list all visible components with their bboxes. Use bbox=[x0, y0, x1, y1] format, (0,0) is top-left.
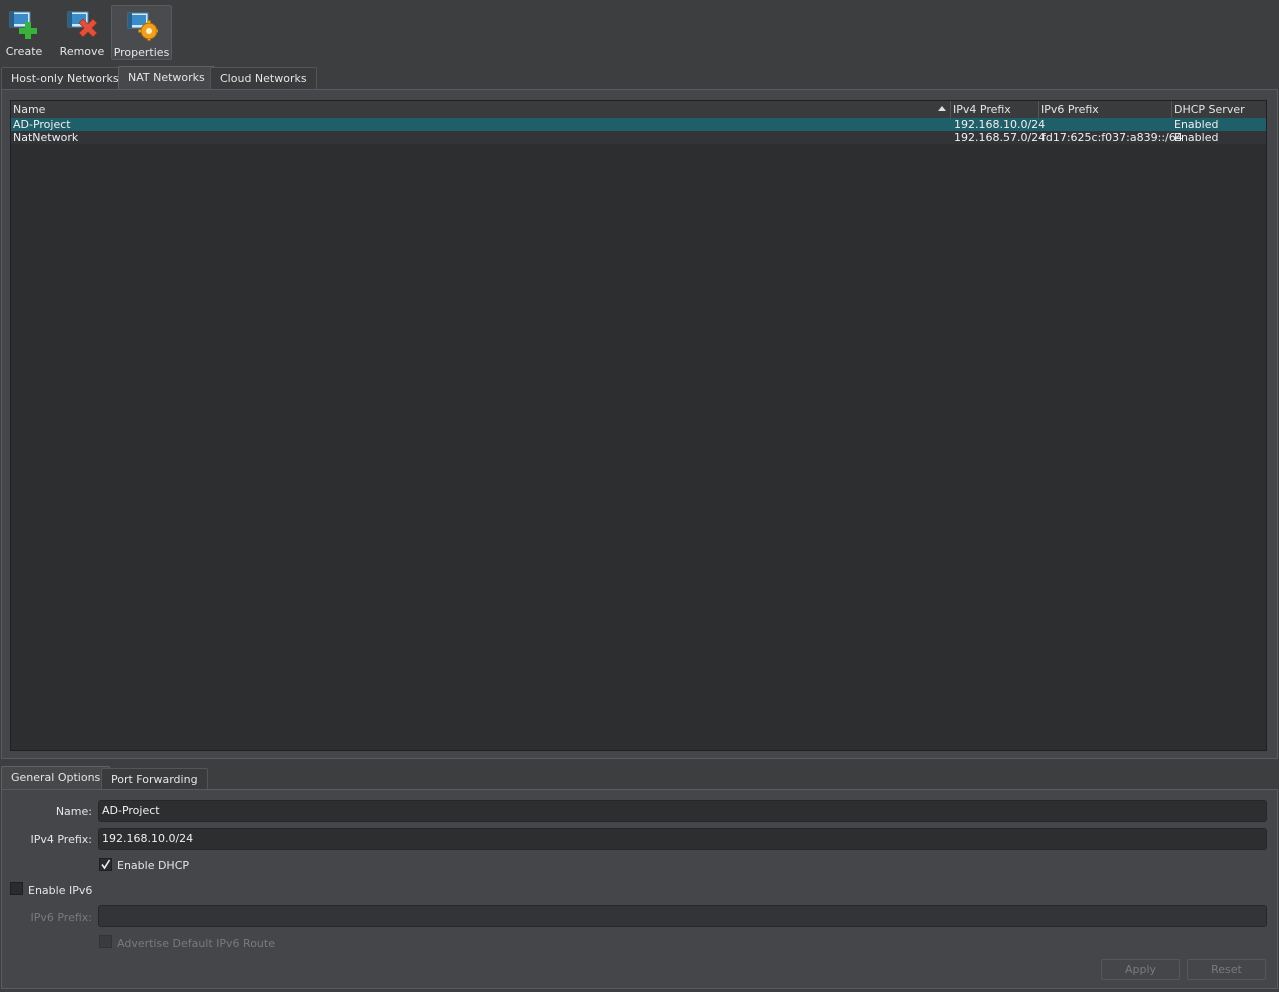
row-dhcp: Enabled bbox=[1174, 118, 1219, 131]
properties-gear-icon bbox=[126, 9, 158, 41]
tab-general-options-label: General Options bbox=[11, 771, 101, 784]
checkmark-icon bbox=[101, 859, 111, 870]
tab-general-options[interactable]: General Options bbox=[1, 766, 111, 790]
advertise-default-route-checkbox[interactable] bbox=[99, 935, 112, 948]
remove-label: Remove bbox=[59, 45, 105, 58]
remove-network-icon bbox=[66, 8, 98, 40]
network-table[interactable]: Name IPv4 Prefix IPv6 Prefix DHCP Server… bbox=[10, 100, 1267, 751]
column-header-ipv4[interactable]: IPv4 Prefix bbox=[951, 101, 1039, 118]
row-ipv4: 192.168.57.0/24 bbox=[954, 131, 1046, 144]
tab-cloud-networks[interactable]: Cloud Networks bbox=[210, 67, 317, 89]
table-row[interactable]: NatNetwork 192.168.57.0/24 fd17:625c:f03… bbox=[11, 131, 1266, 144]
enable-dhcp-label: Enable DHCP bbox=[117, 859, 190, 872]
ipv4-prefix-input[interactable]: 192.168.10.0/24 bbox=[98, 828, 1267, 850]
enable-ipv6-checkbox[interactable] bbox=[10, 882, 23, 895]
name-input[interactable]: AD-Project bbox=[98, 800, 1267, 822]
create-button[interactable]: Create bbox=[2, 5, 46, 60]
row-ipv6: fd17:625c:f037:a839::/64 bbox=[1042, 131, 1183, 144]
sort-ascending-icon bbox=[938, 106, 946, 111]
properties-label: Properties bbox=[113, 46, 170, 59]
ipv4-prefix-label: IPv4 Prefix: bbox=[30, 833, 92, 846]
ipv6-prefix-label: IPv6 Prefix: bbox=[30, 911, 92, 924]
toolbar: Create Remove Properties bbox=[0, 0, 1279, 64]
advertise-default-route-label: Advertise Default IPv6 Route bbox=[117, 937, 275, 950]
tab-port-forwarding-label: Port Forwarding bbox=[111, 773, 198, 786]
ipv6-prefix-input[interactable] bbox=[98, 905, 1267, 927]
name-label: Name: bbox=[55, 805, 92, 818]
tab-port-forwarding[interactable]: Port Forwarding bbox=[101, 768, 208, 790]
row-dhcp: Enabled bbox=[1174, 131, 1219, 144]
table-row[interactable]: AD-Project 192.168.10.0/24 Enabled bbox=[11, 118, 1266, 131]
tab-nat-networks[interactable]: NAT Networks bbox=[118, 66, 215, 90]
apply-button[interactable]: Apply bbox=[1101, 959, 1180, 980]
enable-ipv6-label: Enable IPv6 bbox=[28, 884, 93, 897]
column-header-ipv6[interactable]: IPv6 Prefix bbox=[1039, 101, 1172, 118]
column-header-dhcp[interactable]: DHCP Server bbox=[1172, 101, 1266, 118]
enable-dhcp-checkbox[interactable] bbox=[99, 858, 112, 871]
column-name-label: Name bbox=[13, 103, 46, 116]
row-name: AD-Project bbox=[13, 118, 71, 131]
tab-host-only-networks[interactable]: Host-only Networks bbox=[1, 67, 129, 89]
create-network-icon bbox=[8, 8, 40, 40]
row-ipv4: 192.168.10.0/24 bbox=[954, 118, 1046, 131]
properties-button[interactable]: Properties bbox=[111, 5, 172, 60]
column-header-name[interactable]: Name bbox=[11, 101, 951, 118]
row-name: NatNetwork bbox=[13, 131, 79, 144]
reset-button[interactable]: Reset bbox=[1187, 959, 1266, 980]
create-label: Create bbox=[5, 45, 43, 58]
remove-button[interactable]: Remove bbox=[58, 5, 106, 60]
table-header: Name IPv4 Prefix IPv6 Prefix DHCP Server bbox=[11, 101, 1266, 119]
